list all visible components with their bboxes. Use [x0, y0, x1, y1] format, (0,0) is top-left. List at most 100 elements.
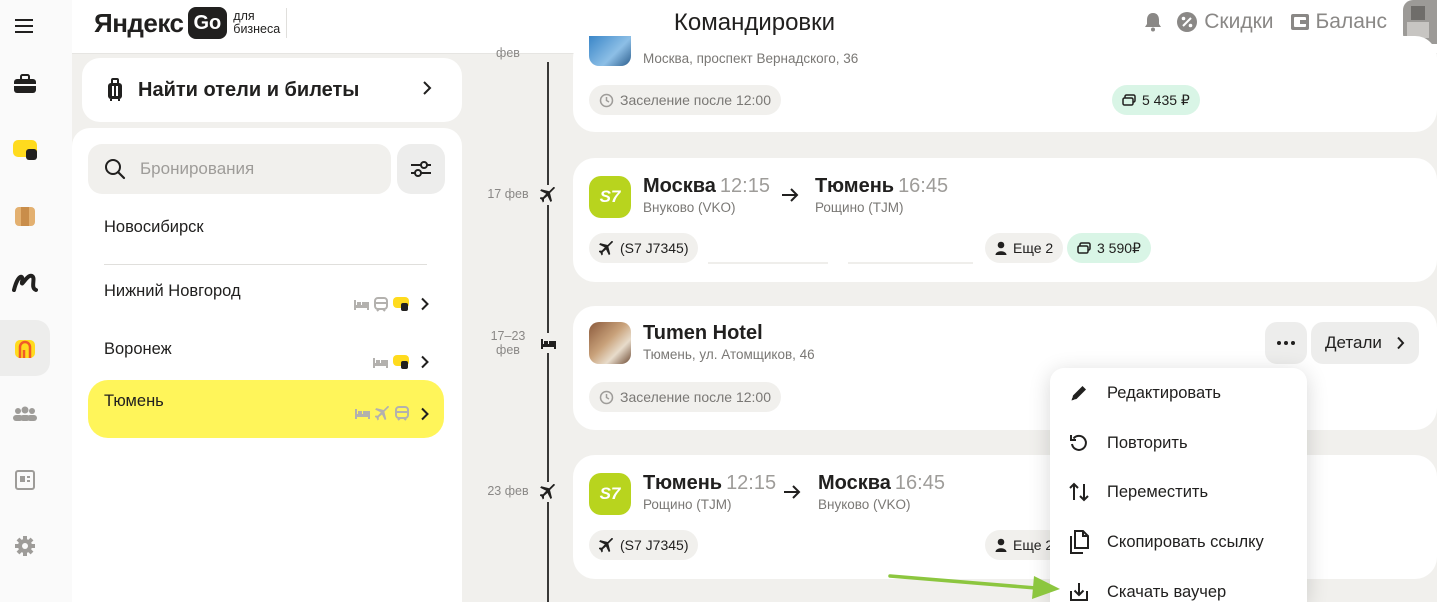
price-chip: 5 435 ₽ — [1112, 85, 1200, 115]
rail-taxi[interactable] — [0, 122, 50, 178]
booking-card-flight-tjm-msk[interactable]: S7 Тюмень 12:15 Рощино (TJM) Москва 16:45 … — [573, 455, 1437, 579]
hotel-address: Москва, проспект Вернадского, 36 — [643, 51, 859, 66]
trip-name: Воронеж — [104, 340, 172, 358]
filter-sliders-icon — [411, 161, 431, 177]
departure-city: Москва 12:15 — [643, 175, 770, 197]
trips-panel: Новосибирск Нижний Новгород Воронеж Тюме… — [72, 128, 462, 602]
details-button[interactable]: Детали — [1311, 322, 1419, 364]
rail-trips[interactable] — [0, 320, 50, 376]
list-divider — [104, 264, 427, 265]
search-icon — [105, 159, 126, 180]
copy-icon — [1070, 530, 1089, 554]
wallet-icon — [1290, 14, 1309, 30]
taxi-icon — [13, 140, 37, 160]
timeline-date: 17 фев — [487, 187, 529, 201]
rail-delivery[interactable] — [0, 188, 50, 244]
taxi-icon — [393, 297, 409, 311]
person-icon — [995, 241, 1007, 255]
balance-link[interactable]: Баланс — [1290, 10, 1388, 34]
placeholder-line — [848, 262, 973, 264]
move-icon — [1069, 482, 1089, 502]
hotel-bed-icon — [373, 357, 388, 368]
hotel-photo — [589, 322, 631, 364]
booking-card-flight-msk-tjm[interactable]: S7 Москва 12:15 Внуково (VKO) Тюмень 16:45… — [573, 158, 1437, 282]
hotel-name: Tumen Hotel — [643, 322, 763, 344]
booking-card-hotel-moscow[interactable]: Москва, проспект Вернадского, 36 Заселен… — [573, 36, 1437, 132]
menu-item-move[interactable]: Переместить — [1050, 470, 1307, 514]
chevron-right-icon — [1397, 336, 1405, 350]
rail-eats[interactable] — [0, 254, 50, 310]
employees-icon — [13, 406, 37, 421]
briefcase-icon — [14, 74, 36, 93]
trip-name: Новосибирск — [104, 218, 204, 236]
menu-button[interactable] — [0, 0, 50, 54]
booking-context-menu: Редактировать Повторить Переместить Скоп… — [1050, 368, 1307, 602]
money-icon — [1077, 242, 1091, 254]
more-options-button[interactable] — [1265, 322, 1307, 364]
discounts-link[interactable]: Скидки — [1176, 10, 1274, 34]
menu-icon — [15, 19, 33, 33]
arrow-right-icon — [784, 485, 801, 499]
airline-logo: S7 — [589, 473, 631, 515]
trip-name: Тюмень — [104, 392, 164, 410]
flight-number-chip: (S7 J7345) — [589, 530, 699, 560]
taxi-icon — [393, 355, 409, 369]
hotel-bed-icon — [540, 338, 556, 349]
rail-briefcase[interactable] — [0, 56, 50, 112]
discount-icon — [1177, 12, 1198, 32]
menu-item-repeat[interactable]: Повторить — [1050, 421, 1307, 465]
booking-card-hotel-tyumen[interactable]: Tumen Hotel Тюмень, ул. Атомщиков, 46 Де… — [573, 306, 1437, 430]
timeline-date: 17–23 фев — [490, 329, 526, 357]
balance-label: Баланс — [1315, 10, 1388, 33]
arrow-right-icon — [782, 188, 799, 202]
hotel-bed-icon — [355, 409, 370, 419]
trip-item-novosibirsk[interactable]: Новосибирск — [88, 212, 444, 242]
timeline-date: фев — [496, 46, 520, 60]
train-icon — [374, 296, 388, 312]
rail-employees[interactable] — [0, 386, 50, 442]
arrival-city: Москва 16:45 — [818, 472, 945, 494]
plane-icon — [540, 484, 555, 500]
menu-item-label: Скачать ваучер — [1107, 582, 1227, 601]
plane-icon — [599, 240, 614, 256]
hotel-photo — [589, 36, 631, 66]
checkin-chip: Заселение после 12:00 — [589, 85, 781, 115]
notifications-button[interactable] — [1144, 12, 1162, 32]
repeat-icon — [1070, 434, 1087, 451]
bookings-search-input[interactable] — [140, 159, 370, 179]
plane-icon — [540, 187, 555, 203]
trip-name: Нижний Новгород — [104, 282, 241, 300]
trip-item-nizhny-novgorod[interactable]: Нижний Новгород — [88, 270, 444, 328]
discounts-label: Скидки — [1204, 10, 1274, 33]
trips-icon — [15, 340, 35, 358]
hotel-address: Тюмень, ул. Атомщиков, 46 — [643, 347, 815, 362]
departure-airport: Рощино (TJM) — [643, 497, 732, 512]
settings-icon — [15, 536, 35, 556]
menu-item-edit[interactable]: Редактировать — [1050, 371, 1307, 415]
train-icon — [395, 406, 409, 421]
find-hotels-tickets-button[interactable]: Найти отели и билеты — [82, 58, 462, 122]
placeholder-line — [708, 262, 828, 264]
chevron-right-icon — [421, 355, 429, 369]
trip-item-voronezh[interactable]: Воронеж — [88, 328, 444, 386]
rail-reports[interactable] — [0, 452, 50, 508]
chevron-right-icon — [423, 81, 432, 95]
trip-item-tyumen[interactable]: Тюмень — [88, 380, 444, 438]
menu-item-label: Повторить — [1107, 433, 1188, 452]
rail-settings[interactable] — [0, 518, 50, 574]
filter-button[interactable] — [397, 144, 445, 194]
departure-city: Тюмень 12:15 — [643, 472, 777, 494]
arrival-airport: Рощино (TJM) — [815, 200, 904, 215]
download-icon — [1070, 583, 1088, 601]
more-dots-icon — [1277, 341, 1295, 345]
bookings-search — [88, 144, 391, 194]
timeline-line — [547, 62, 549, 602]
arrival-airport: Внуково (VKO) — [818, 497, 911, 512]
timeline-date: 23 фев — [487, 484, 529, 498]
flight-number-chip: (S7 J7345) — [589, 233, 699, 263]
menu-item-download-voucher[interactable]: Скачать ваучер — [1050, 570, 1307, 602]
menu-item-copy-link[interactable]: Скопировать ссылку — [1050, 520, 1307, 564]
details-label: Детали — [1325, 333, 1382, 352]
clock-icon — [599, 390, 614, 404]
find-hotels-label: Найти отели и билеты — [138, 78, 360, 101]
